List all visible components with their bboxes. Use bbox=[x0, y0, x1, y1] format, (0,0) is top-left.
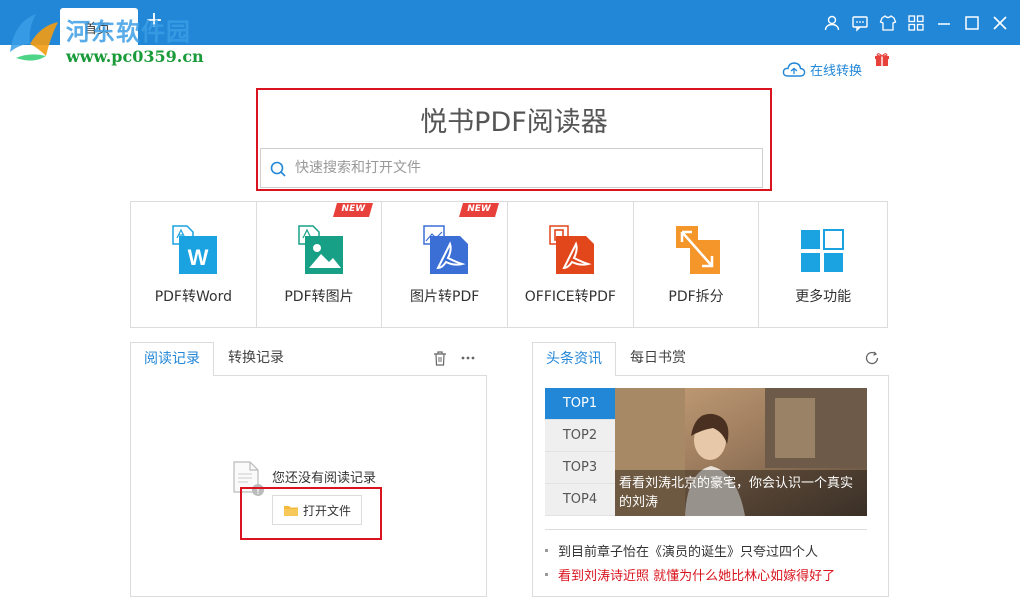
tool-label: 更多功能 bbox=[795, 289, 852, 305]
tab-conversion-history[interactable]: 转换记录 bbox=[228, 342, 284, 375]
news-text: 看到刘涛诗近照 就懂为什么她比林心如嫁得好了 bbox=[558, 569, 836, 584]
news-text: 到目前章子怡在《演员的诞生》只夸过四个人 bbox=[558, 545, 819, 560]
pdf-to-image-icon bbox=[297, 225, 343, 274]
tool-label: OFFICE转PDF bbox=[524, 289, 616, 305]
tool-label: 图片转PDF bbox=[410, 289, 480, 305]
left-panel-tabs: 阅读记录 转换记录 bbox=[130, 342, 487, 376]
reading-history-panel bbox=[130, 375, 487, 597]
right-panel-tabs: 头条资讯 每日书赏 bbox=[532, 342, 889, 376]
tool-office-to-pdf[interactable]: OFFICE转PDF bbox=[508, 202, 634, 327]
watermark-title: 河东软件园 bbox=[66, 18, 191, 46]
tab-reading-history[interactable]: 阅读记录 bbox=[130, 342, 214, 376]
gift-icon[interactable] bbox=[874, 52, 890, 66]
tool-label: PDF转图片 bbox=[284, 289, 354, 305]
more-features-icon bbox=[801, 229, 845, 272]
news-item[interactable]: 看到刘涛诗近照 就懂为什么她比林心如嫁得好了 bbox=[545, 565, 835, 584]
news-item[interactable]: 到目前章子怡在《演员的诞生》只夸过四个人 bbox=[545, 541, 818, 560]
bullet bbox=[545, 573, 548, 576]
top-item[interactable]: TOP4 bbox=[545, 484, 615, 516]
top-item[interactable]: TOP1 bbox=[545, 388, 615, 420]
top-item[interactable]: TOP3 bbox=[545, 452, 615, 484]
photo-caption: 看看刘涛北京的豪宅，你会认识一个真实的刘涛 bbox=[615, 470, 867, 516]
tool-pdf-to-image[interactable]: NEW PDF转图片 bbox=[257, 202, 383, 327]
empty-reading-text: 您还没有阅读记录 bbox=[272, 471, 377, 486]
trash-icon[interactable] bbox=[432, 350, 448, 366]
watermark-url: www.pc0359.cn bbox=[66, 47, 204, 66]
window-controls bbox=[818, 10, 1014, 36]
pdf-split-icon bbox=[675, 226, 720, 274]
skin-icon[interactable] bbox=[874, 10, 902, 36]
pdf-to-word-icon: W bbox=[172, 225, 217, 274]
highlight-box-search bbox=[256, 88, 772, 191]
bullet bbox=[545, 549, 548, 552]
minimize-icon[interactable] bbox=[930, 10, 958, 36]
tool-label: PDF转Word bbox=[154, 289, 232, 305]
top-item[interactable]: TOP2 bbox=[545, 420, 615, 452]
tool-pdf-split[interactable]: PDF拆分 bbox=[634, 202, 760, 327]
news-separator bbox=[545, 529, 867, 530]
headline-photo[interactable]: 看看刘涛北京的豪宅，你会认识一个真实的刘涛 bbox=[615, 388, 867, 516]
top-list: TOP1 TOP2 TOP3 TOP4 bbox=[545, 388, 615, 516]
refresh-icon[interactable] bbox=[864, 350, 880, 366]
svg-text:W: W bbox=[188, 245, 209, 270]
image-to-pdf-icon bbox=[423, 225, 469, 274]
tab-daily-books[interactable]: 每日书赏 bbox=[630, 342, 686, 375]
more-icon[interactable] bbox=[460, 350, 476, 366]
close-icon[interactable] bbox=[986, 10, 1014, 36]
cloud-icon bbox=[782, 61, 806, 77]
new-badge: NEW bbox=[333, 202, 374, 217]
maximize-icon[interactable] bbox=[958, 10, 986, 36]
tool-pdf-to-word[interactable]: W PDF转Word bbox=[131, 202, 257, 327]
tab-headlines[interactable]: 头条资讯 bbox=[532, 342, 616, 376]
tool-more-features[interactable]: 更多功能 bbox=[759, 202, 887, 327]
online-convert-label: 在线转换 bbox=[810, 64, 863, 79]
user-icon[interactable] bbox=[818, 10, 846, 36]
apps-icon[interactable] bbox=[902, 10, 930, 36]
online-convert-link[interactable]: 在线转换 bbox=[782, 60, 862, 79]
watermark-logo bbox=[10, 14, 58, 61]
tool-label: PDF拆分 bbox=[668, 289, 724, 305]
highlight-box-open-file bbox=[240, 487, 382, 540]
tools-grid: W PDF转Word NEW PDF转图片 NEW 图片转PDF OFFICE转… bbox=[130, 201, 888, 328]
new-badge: NEW bbox=[459, 202, 500, 217]
office-to-pdf-icon bbox=[549, 225, 595, 274]
tool-image-to-pdf[interactable]: NEW 图片转PDF bbox=[382, 202, 509, 327]
message-icon[interactable] bbox=[846, 10, 874, 36]
